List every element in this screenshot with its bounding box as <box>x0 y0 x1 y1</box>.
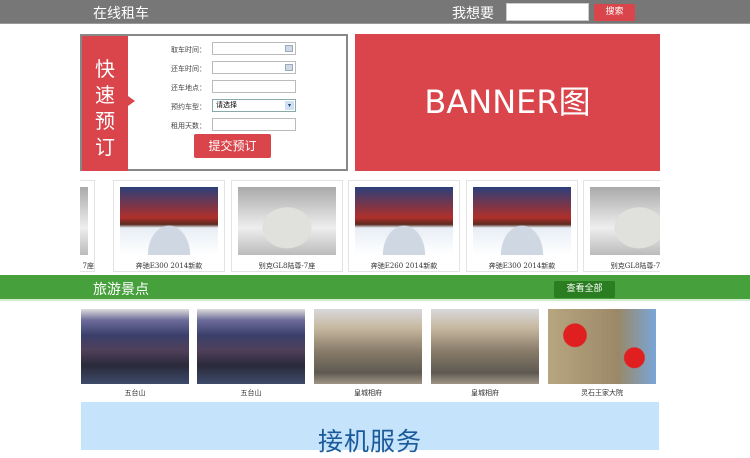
select-value: 请选择 <box>216 101 237 109</box>
field-label: 预约车型： <box>171 103 206 111</box>
attraction-name: 灵石王家大院 <box>581 389 623 397</box>
attraction-image <box>431 309 539 384</box>
car-card[interactable]: 别克GL8陆尊-7座 <box>583 180 660 272</box>
attractions-header: 旅游景点 查看全部 <box>0 275 750 301</box>
attraction-card[interactable]: 皇城相府 <box>314 309 422 398</box>
car-name: 奔驰E300 2014新款 <box>488 262 556 270</box>
attraction-image <box>314 309 422 384</box>
car-card[interactable]: 别克GL8陆尊-7座 <box>231 180 343 272</box>
booking-field-row: 还车时间： <box>146 61 346 76</box>
quick-booking-panel: 快速预订 取车时间： 还车时间： 还车地点： 预约车型： 请选择 ▾ 租用天数： … <box>80 34 348 171</box>
booking-field-row: 预约车型： 请选择 ▾ <box>146 99 346 114</box>
car-image <box>238 187 336 255</box>
attraction-card[interactable]: 五台山 <box>197 309 305 398</box>
car-image <box>80 187 88 255</box>
field-input[interactable] <box>212 118 296 131</box>
field-label: 还车地点： <box>171 84 206 92</box>
top-header: 在线租车 我想要 搜索 <box>0 0 750 24</box>
field-input[interactable] <box>212 80 296 93</box>
car-card[interactable]: 奔驰E300 2014新款 <box>113 180 225 272</box>
attraction-image <box>81 309 189 384</box>
car-name: 奔驰E300 2014新款 <box>135 262 203 270</box>
attraction-name: 五台山 <box>240 389 262 397</box>
field-label: 取车时间： <box>171 46 206 54</box>
car-card[interactable]: 奔驰E260 2014新款 <box>348 180 460 272</box>
booking-title-text: 快速预订 <box>95 57 115 159</box>
field-label: 租用天数： <box>171 122 206 130</box>
booking-field-row: 租用天数： <box>146 118 346 133</box>
submit-booking-button[interactable]: 提交预订 <box>194 134 271 158</box>
car-image <box>355 187 453 255</box>
view-all-button[interactable]: 查看全部 <box>554 281 615 298</box>
booking-title: 快速预订 <box>82 36 128 171</box>
attraction-name: 皇城相府 <box>354 389 382 397</box>
attraction-card[interactable]: 皇城相府 <box>431 309 539 398</box>
field-input[interactable] <box>212 61 296 74</box>
search-input[interactable] <box>506 3 589 21</box>
car-name: 奔驰E260 2014新款 <box>370 262 438 270</box>
car-card[interactable]: 7座 <box>80 180 95 272</box>
chevron-down-icon: ▾ <box>285 101 294 110</box>
site-logo[interactable]: 在线租车 <box>93 3 149 23</box>
field-label: 还车时间： <box>171 65 206 73</box>
car-name: 7座 <box>82 262 94 270</box>
attraction-image <box>548 309 656 384</box>
search-label: 我想要 <box>452 6 494 22</box>
pickup-title: 接机服务 <box>317 427 422 456</box>
pickup-service-section[interactable]: 接机服务 <box>81 402 659 456</box>
car-image <box>473 187 571 255</box>
attraction-card[interactable]: 五台山 <box>81 309 189 398</box>
attraction-card[interactable]: 灵石王家大院 <box>548 309 656 398</box>
calendar-icon[interactable] <box>285 45 293 52</box>
field-input[interactable] <box>212 42 296 55</box>
car-name: 别克GL8陆尊-7座 <box>258 262 316 270</box>
car-type-select[interactable]: 请选择 ▾ <box>212 99 296 112</box>
attraction-name: 五台山 <box>124 389 146 397</box>
arrow-icon <box>128 96 135 106</box>
car-image <box>590 187 660 255</box>
car-name: 别克GL8陆尊-7座 <box>610 262 660 270</box>
car-card[interactable]: 奔驰E300 2014新款 <box>466 180 578 272</box>
attraction-name: 皇城相府 <box>471 389 499 397</box>
search-button[interactable]: 搜索 <box>594 4 635 21</box>
attractions-title: 旅游景点 <box>93 282 149 298</box>
booking-field-row: 取车时间： <box>146 42 346 57</box>
banner[interactable]: BANNER图 <box>355 34 660 171</box>
car-image <box>120 187 218 255</box>
booking-field-row: 还车地点： <box>146 80 346 95</box>
car-carousel[interactable]: 7座 奔驰E300 2014新款 别克GL8陆尊-7座 奔驰E260 2014新… <box>80 180 660 273</box>
calendar-icon[interactable] <box>285 64 293 71</box>
attraction-image <box>197 309 305 384</box>
